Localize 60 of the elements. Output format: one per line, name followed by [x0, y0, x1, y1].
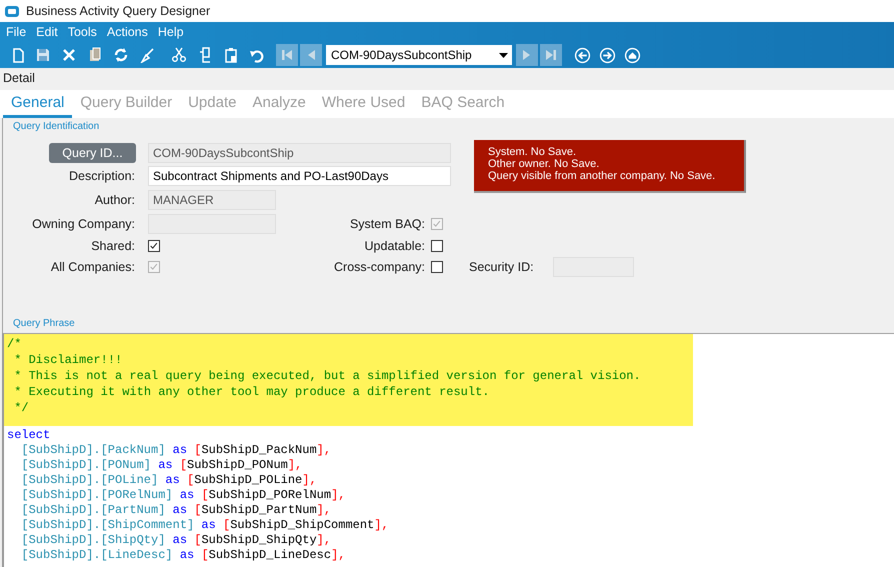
code-line: [SubShipD].[ShipComment] as [SubShipD_ShipComment], — [20, 518, 390, 533]
group-title: Query Phrase — [13, 318, 75, 329]
field-label: Shared: — [90, 238, 136, 252]
menu-item[interactable]: Help — [154, 25, 188, 39]
window-title: Business Activity Query Designer — [26, 4, 210, 18]
field-label: Security ID: — [469, 260, 535, 274]
tab[interactable]: Analyze — [244, 94, 314, 118]
tab[interactable]: Query Builder — [72, 94, 180, 118]
back-icon[interactable] — [574, 46, 591, 64]
checkbox[interactable] — [148, 240, 160, 252]
code-line: select — [7, 428, 52, 443]
delete-icon[interactable] — [61, 47, 77, 63]
menu-item[interactable]: Tools — [64, 25, 101, 39]
field-label: Owning Company: — [31, 216, 136, 230]
tab[interactable]: General — [3, 94, 72, 118]
forward-icon[interactable] — [599, 46, 616, 64]
save-icon[interactable] — [35, 47, 51, 63]
field-label: Updatable: — [364, 238, 426, 252]
code-line: * Disclaimer!!! — [13, 352, 124, 368]
code-line: [SubShipD].[PackNum] as [SubShipD_PackNum], — [20, 443, 332, 458]
app-icon — [5, 6, 19, 16]
code-line: [SubShipD].[PONum] as [SubShipD_PONum], — [20, 458, 304, 473]
caret-icon — [499, 52, 508, 58]
field-label: Cross-company: — [333, 260, 426, 274]
code-line: * This is not a real query being executed, but a simplified version for general vision. — [13, 368, 642, 384]
menu-item[interactable]: Edit — [32, 25, 62, 39]
checkbox[interactable] — [431, 260, 443, 272]
code-line: [SubShipD].[ShipQty] as [SubShipD_ShipQty], — [20, 533, 332, 548]
code-line: [SubShipD].[PORelNum] as [SubShipD_PORelNum], — [20, 488, 346, 503]
menu-item[interactable]: Actions — [102, 25, 152, 39]
code-line: [SubShipD].[LineDesc] as [SubShipD_LineDesc], — [20, 548, 346, 563]
code-line: [SubShipD].[PartNum] as [SubShipD_PartNum], — [20, 503, 332, 518]
field-label: Author: — [94, 193, 136, 207]
record-dropdown[interactable]: COM-90DaysSubcontShip — [326, 45, 512, 65]
code-line: /* — [7, 336, 22, 352]
paste-icon[interactable] — [223, 47, 239, 63]
menu-item[interactable]: File — [2, 25, 30, 39]
query-id-button[interactable]: Query ID... — [49, 142, 136, 162]
code-line: */ — [13, 400, 30, 416]
last-record-icon — [543, 47, 559, 63]
group-title: Query Identification — [12, 120, 100, 134]
field-label: All Companies: — [50, 260, 136, 274]
checkbox[interactable] — [431, 240, 443, 252]
broom-icon[interactable] — [139, 47, 155, 63]
copy-icon[interactable] — [197, 47, 213, 63]
tab[interactable]: BAQ Search — [413, 94, 513, 118]
home-icon[interactable] — [624, 46, 641, 64]
first-record-icon — [279, 47, 295, 63]
tab[interactable]: Update — [180, 94, 244, 118]
code-line: * Executing it with any other tool may produce a different result. — [13, 384, 490, 400]
description-field[interactable]: Subcontract Shipments and PO-Last90Days — [148, 166, 451, 186]
warning-box: System. No Save. Other owner. No Save. Query visible from another company. No Save. — [474, 140, 746, 193]
scissors-icon[interactable] — [171, 47, 187, 63]
code-editor[interactable] — [2, 333, 894, 567]
field-label: Description: — [68, 169, 136, 183]
refresh-icon[interactable] — [113, 47, 129, 63]
code-line: [SubShipD].[POLine] as [SubShipD_POLine], — [20, 473, 318, 488]
tab[interactable]: Where Used — [314, 94, 414, 118]
clipboard-icon[interactable] — [87, 47, 103, 63]
field-label: System BAQ: — [348, 216, 426, 230]
